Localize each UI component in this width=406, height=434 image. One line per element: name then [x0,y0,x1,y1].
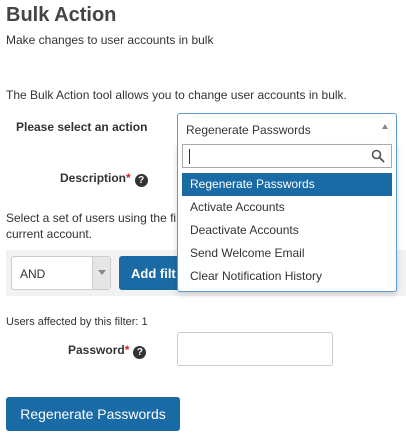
chevron-up-icon [382,124,388,129]
search-icon [371,149,385,163]
page-subtitle: Make changes to user accounts in bulk [6,33,214,47]
description-label: Description*? [60,171,148,187]
dropdown-option[interactable]: Activate Accounts [182,196,392,219]
operator-select[interactable]: AND [11,256,111,290]
action-select[interactable]: Regenerate Passwords [177,113,397,143]
text-cursor [189,149,190,164]
page-title: Bulk Action [6,4,117,26]
regenerate-passwords-button[interactable]: Regenerate Passwords [6,397,180,431]
required-marker: * [126,171,131,185]
dropdown-options: Regenerate Passwords Activate Accounts D… [182,173,392,288]
action-label: Please select an action [16,120,148,134]
password-label: Password*? [68,343,147,359]
description-label-text: Description [60,171,127,185]
operator-value: AND [20,267,46,281]
help-icon[interactable]: ? [134,174,148,187]
action-select-value: Regenerate Passwords [186,123,311,137]
dropdown-option[interactable]: Send Welcome Email [182,242,392,265]
chevron-down-icon [92,257,110,289]
password-field[interactable] [177,332,333,366]
dropdown-search-input[interactable] [182,144,392,168]
password-label-text: Password [68,343,125,357]
dropdown-option[interactable]: Deactivate Accounts [182,219,392,242]
users-affected-count: Users affected by this filter: 1 [6,316,148,328]
dropdown-option[interactable]: Regenerate Passwords [182,173,392,196]
help-icon[interactable]: ? [133,346,147,359]
action-dropdown: Regenerate Passwords Activate Accounts D… [177,142,397,292]
intro-text: The Bulk Action tool allows you to chang… [6,88,347,102]
dropdown-option[interactable]: Clear Notification History [182,265,392,288]
required-marker: * [124,343,130,357]
